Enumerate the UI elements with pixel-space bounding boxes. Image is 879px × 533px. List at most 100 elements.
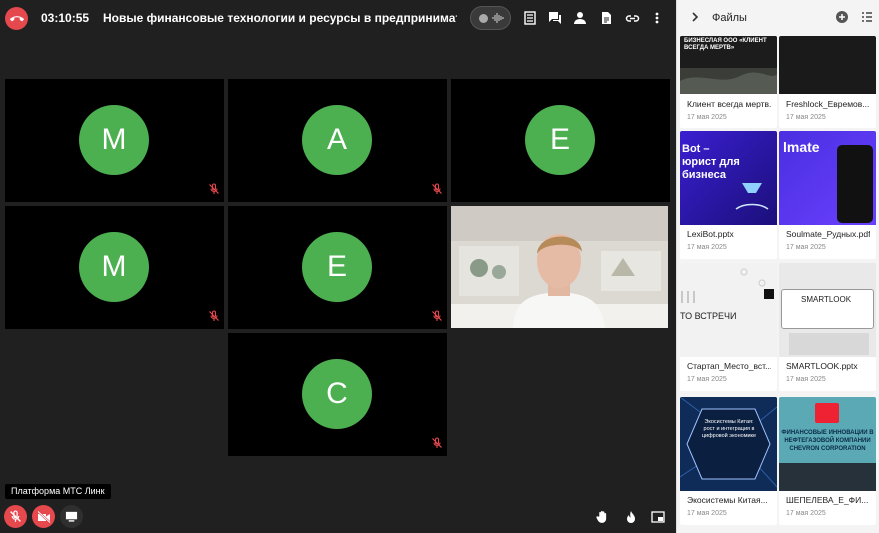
mic-off-icon — [432, 437, 442, 448]
platform-label: Платформа МТС Линк — [5, 484, 111, 499]
participant-tile[interactable]: Е — [228, 206, 447, 329]
file-thumbnail: Bot – юрист для бизнеса — [680, 131, 777, 225]
file-card[interactable]: lmate Soulmate_Рудных.pdf 17 мая 2025 — [779, 131, 876, 259]
thumbnail-title: SMARTLOOK — [801, 295, 852, 304]
person-icon — [574, 12, 586, 24]
camera-toggle-button[interactable] — [32, 505, 55, 528]
file-card[interactable]: БИЗНЕСЛАЯ ООО «КЛИЕНТ ВСЕГДА МЕРТВ» Клие… — [680, 36, 777, 128]
avatar: Е — [302, 232, 372, 302]
avatar: С — [302, 359, 372, 429]
avatar: А — [302, 105, 372, 175]
hand-icon — [596, 510, 607, 523]
chat-button[interactable] — [546, 9, 564, 27]
participant-tile[interactable]: Е — [451, 79, 670, 202]
mic-off-icon — [432, 310, 442, 321]
participants-button[interactable] — [571, 9, 589, 27]
call-timer: 03:10:55 — [41, 11, 90, 25]
whiteboard-button[interactable] — [521, 9, 539, 27]
file-name: Экосистемы Китая... — [687, 495, 768, 505]
call-topbar: 03:10:55 Новые финансовые технологии и р… — [0, 0, 676, 36]
microphone-toggle-button[interactable] — [4, 505, 27, 528]
raise-hand-button[interactable] — [591, 505, 614, 528]
mic-off-icon — [432, 183, 442, 194]
thumbnail-title: lmate — [783, 139, 820, 155]
phone-hangup-icon — [9, 15, 24, 21]
file-name: LexiBot.pptx — [687, 229, 734, 239]
chevron-right-icon[interactable] — [689, 11, 701, 23]
file-date: 17 мая 2025 — [786, 114, 826, 121]
file-thumbnail: lmate — [779, 131, 876, 225]
thumbnail-photo — [779, 463, 876, 491]
toggle-knob — [479, 14, 488, 23]
picture-in-picture-button[interactable] — [646, 505, 669, 528]
thumbnail-title: Экосистемы Китая: рост и интеграция в ци… — [701, 419, 757, 439]
camera-off-icon — [36, 510, 51, 523]
participant-video-tile[interactable] — [451, 206, 668, 328]
more-options-button[interactable] — [648, 9, 666, 27]
file-name: Soulmate_Рудных.pdf — [786, 229, 870, 239]
thumbnail-photo — [789, 333, 869, 355]
participant-tile[interactable]: С — [228, 333, 447, 456]
file-card[interactable]: ТО ВСТРЕЧИ Стартап_Место_вст... 17 мая 2… — [680, 263, 777, 391]
file-date: 17 мая 2025 — [687, 114, 727, 121]
participant-tile[interactable]: М — [5, 79, 224, 202]
app-window: 03:10:55 Новые финансовые технологии и р… — [0, 0, 879, 533]
file-thumbnail: БИЗНЕСЛАЯ ООО «КЛИЕНТ ВСЕГДА МЕРТВ» — [680, 36, 777, 94]
file-date: 17 мая 2025 — [687, 376, 727, 383]
avatar: М — [79, 105, 149, 175]
file-thumbnail: ТО ВСТРЕЧИ — [680, 263, 777, 357]
thumbnail-logo — [815, 403, 839, 423]
file-card[interactable]: Bot – юрист для бизнеса LexiBot.pptx 17 … — [680, 131, 777, 259]
file-card[interactable]: ФИНАНСОВЫЕ ИННОВАЦИИ В НЕФТЕГАЗОВОЙ КОМП… — [779, 397, 876, 525]
video-frame-image — [451, 206, 668, 328]
pip-icon — [650, 510, 665, 523]
board-icon — [524, 11, 536, 25]
file-card[interactable]: Freshlock_Евремов... 17 мая 2025 — [779, 36, 876, 128]
reactions-button[interactable] — [619, 505, 642, 528]
file-date: 17 мая 2025 — [687, 244, 727, 251]
file-card[interactable]: SMARTLOOK SMARTLOOK.pptx 17 мая 2025 — [779, 263, 876, 391]
files-panel-title: Файлы — [712, 12, 747, 24]
more-vertical-icon — [655, 12, 659, 24]
file-thumbnail — [779, 36, 876, 94]
file-name: Freshlock_Евремов... — [786, 99, 870, 109]
file-date: 17 мая 2025 — [786, 510, 826, 517]
file-date: 17 мая 2025 — [786, 376, 826, 383]
file-thumbnail: SMARTLOOK — [779, 263, 876, 357]
screen-share-button[interactable] — [60, 505, 83, 528]
document-icon — [602, 12, 611, 24]
phone-mockup — [837, 145, 873, 223]
flame-icon — [626, 510, 635, 523]
chat-icon — [549, 12, 561, 24]
files-panel-header: Файлы — [677, 0, 879, 36]
mic-off-icon — [209, 310, 219, 321]
file-card[interactable]: Экосистемы Китая: рост и интеграция в ци… — [680, 397, 777, 525]
participant-tile[interactable]: М — [5, 206, 224, 329]
thumbnail-title: ФИНАНСОВЫЕ ИННОВАЦИИ В НЕФТЕГАЗОВОЙ КОМП… — [781, 430, 874, 452]
link-icon — [625, 14, 639, 22]
file-name: Клиент всегда мертв... — [687, 99, 771, 109]
list-view-icon[interactable] — [861, 11, 873, 23]
noise-suppression-toggle[interactable] — [470, 6, 511, 30]
file-date: 17 мая 2025 — [786, 244, 826, 251]
file-name: ШЕПЕЛЕВА_Е_ФИ... — [786, 495, 869, 505]
avatar: Е — [525, 105, 595, 175]
hang-up-button[interactable] — [5, 7, 28, 30]
call-area: 03:10:55 Новые финансовые технологии и р… — [0, 0, 676, 533]
avatar: М — [79, 232, 149, 302]
file-name: Стартап_Место_вст... — [687, 361, 771, 371]
copy-link-button[interactable] — [623, 9, 641, 27]
add-file-icon[interactable] — [835, 10, 849, 24]
files-panel: Файлы БИЗНЕСЛАЯ ООО «КЛИЕНТ ВСЕГДА МЕРТВ… — [676, 0, 879, 533]
thumbnail-title: ТО ВСТРЕЧИ — [680, 311, 737, 321]
file-date: 17 мая 2025 — [687, 510, 727, 517]
participant-tile[interactable]: А — [228, 79, 447, 202]
monitor-icon — [65, 511, 78, 522]
file-thumbnail: ФИНАНСОВЫЕ ИННОВАЦИИ В НЕФТЕГАЗОВОЙ КОМП… — [779, 397, 876, 491]
thumbnail-title: БИЗНЕСЛАЯ ООО «КЛИЕНТ ВСЕГДА МЕРТВ» — [684, 38, 767, 51]
meeting-title: Новые финансовые технологии и ресурсы в … — [103, 11, 457, 25]
mic-off-icon — [10, 510, 21, 522]
files-button[interactable] — [597, 9, 615, 27]
file-thumbnail: Экосистемы Китая: рост и интеграция в ци… — [680, 397, 777, 491]
file-name: SMARTLOOK.pptx — [786, 361, 858, 371]
